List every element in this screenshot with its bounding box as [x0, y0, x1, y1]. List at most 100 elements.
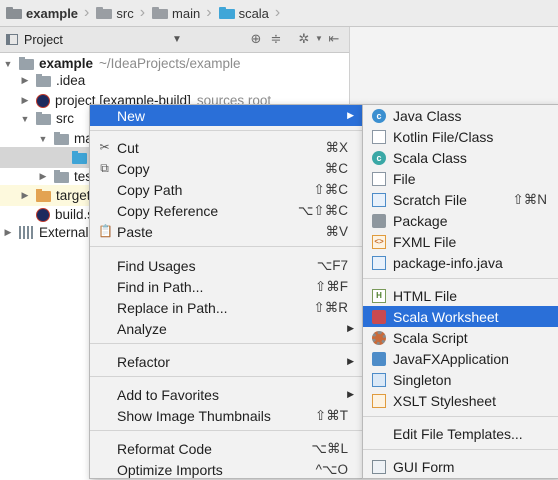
submenu-item-label: GUI Form	[393, 458, 455, 475]
submenu-item-html-file[interactable]: H HTML File	[363, 285, 558, 306]
submenu-item-fxml-file[interactable]: <> FXML File	[363, 231, 558, 252]
chevron-right-icon: ›	[84, 4, 90, 21]
folder-icon	[36, 112, 51, 125]
folder-icon	[152, 7, 169, 19]
menu-item-shortcut: ⌘X	[325, 139, 348, 155]
submenu-item-label: Scala Script	[393, 329, 468, 346]
collapsed-arrow-icon[interactable]: ▶	[20, 190, 30, 201]
breadcrumb-item-src[interactable]: src ›	[90, 0, 146, 26]
submenu-item-scala-class[interactable]: c Scala Class	[363, 147, 558, 168]
submenu-item-gui-form[interactable]: GUI Form	[363, 456, 558, 477]
menu-item-cut[interactable]: ✂ Cut ⌘X	[90, 137, 362, 158]
library-icon	[19, 226, 34, 239]
javafx-icon	[372, 352, 386, 366]
submenu-item-xslt-stylesheet[interactable]: XSLT Stylesheet	[363, 390, 558, 411]
html-file-icon: H	[372, 289, 386, 303]
submenu-arrow-icon: ▶	[347, 389, 354, 399]
tree-row-idea[interactable]: ▶ .idea	[0, 70, 369, 91]
menu-item-copy[interactable]: ⧉ Copy ⌘C	[90, 158, 362, 179]
expanded-arrow-icon[interactable]: ▼	[20, 114, 30, 124]
tree-row-label: .idea	[56, 73, 86, 88]
chevron-right-icon: ›	[206, 4, 212, 21]
menu-item-shortcut: ⇧⌘R	[313, 299, 348, 315]
menu-item-copy-path[interactable]: Copy Path ⇧⌘C	[90, 179, 362, 200]
kotlin-file-icon	[372, 130, 386, 144]
submenu-item-label: Kotlin File/Class	[393, 128, 494, 145]
submenu-arrow-icon: ▶	[347, 323, 354, 333]
chevron-right-icon: ›	[274, 4, 281, 21]
menu-separator	[90, 343, 362, 344]
expanded-arrow-icon[interactable]: ▼	[3, 59, 13, 69]
clipboard-icon: 📋	[98, 224, 113, 238]
tree-row-label: src	[56, 111, 74, 126]
breadcrumb-item-example[interactable]: example ›	[0, 0, 90, 26]
source-folder-icon	[218, 7, 235, 19]
collapsed-arrow-icon[interactable]: ▶	[20, 95, 30, 106]
menu-item-copy-reference[interactable]: Copy Reference ⌥⇧⌘C	[90, 200, 362, 221]
submenu-item-label: Java Class	[393, 107, 462, 124]
submenu-item-scratch-file[interactable]: Scratch File ⇧⌘N	[363, 189, 558, 210]
sbt-file-icon	[36, 207, 50, 222]
submenu-item-kotlin-file[interactable]: Kotlin File/Class	[363, 126, 558, 147]
chevron-down-icon[interactable]: ▼	[172, 34, 182, 45]
scala-script-icon	[372, 331, 386, 345]
scissors-icon: ✂	[99, 140, 110, 154]
breadcrumb-label: example	[26, 5, 79, 21]
menu-item-shortcut: ⌘V	[325, 223, 348, 239]
singleton-icon	[372, 373, 386, 387]
navigation-breadcrumb: example › src › main › scala ›	[0, 0, 558, 27]
submenu-item-javafx-application[interactable]: JavaFXApplication	[363, 348, 558, 369]
collapsed-arrow-icon[interactable]: ▶	[20, 75, 30, 86]
submenu-item-label: HTML File	[393, 287, 458, 304]
menu-item-paste[interactable]: 📋 Paste ⌘V	[90, 221, 362, 242]
submenu-item-label: Scala Class	[393, 149, 467, 166]
menu-item-find-usages[interactable]: Find Usages ⌥F7	[90, 255, 362, 276]
menu-item-shortcut: ⌥F7	[316, 257, 348, 273]
tree-row-label: target	[56, 188, 91, 203]
menu-separator	[90, 376, 362, 377]
submenu-item-scala-script[interactable]: Scala Script	[363, 327, 558, 348]
project-folder-icon	[19, 57, 34, 70]
menu-item-label: Refactor	[117, 353, 170, 370]
submenu-item-scala-worksheet[interactable]: Scala Worksheet	[363, 306, 558, 327]
gear-dropdown-icon[interactable]: ▼	[311, 31, 327, 47]
submenu-item-singleton[interactable]: Singleton	[363, 369, 558, 390]
submenu-item-edit-file-templates[interactable]: Edit File Templates...	[363, 423, 558, 444]
project-view-selector[interactable]: Project	[24, 33, 63, 47]
expanded-arrow-icon[interactable]: ▼	[38, 134, 48, 144]
menu-item-refactor[interactable]: Refactor ▶	[90, 351, 362, 372]
breadcrumb-label: main	[172, 5, 201, 21]
breadcrumb-label: src	[116, 5, 134, 21]
menu-item-replace-in-path[interactable]: Replace in Path... ⇧⌘R	[90, 297, 362, 318]
submenu-item-package-info[interactable]: package-info.java	[363, 252, 558, 273]
submenu-item-java-class[interactable]: c Java Class	[363, 105, 558, 126]
scala-worksheet-icon	[372, 310, 386, 324]
submenu-item-file[interactable]: File	[363, 168, 558, 189]
project-tool-window-header: Project ▼ ⊕ ≑ ✲ ▼ ⇤	[0, 27, 349, 53]
menu-separator	[90, 246, 362, 247]
menu-item-find-in-path[interactable]: Find in Path... ⇧⌘F	[90, 276, 362, 297]
menu-item-new[interactable]: New ▶	[90, 105, 362, 126]
collapsed-arrow-icon[interactable]: ▶	[3, 227, 13, 238]
menu-item-analyze[interactable]: Analyze ▶	[90, 318, 362, 339]
submenu-item-package[interactable]: Package	[363, 210, 558, 231]
hide-panel-icon[interactable]: ⇤	[326, 31, 342, 47]
menu-item-label: Find Usages	[117, 257, 196, 274]
source-folder-icon	[72, 151, 87, 164]
menu-item-show-image-thumbnails[interactable]: Show Image Thumbnails ⇧⌘T	[90, 405, 362, 426]
menu-item-shortcut: ⇧⌘T	[314, 407, 348, 423]
menu-item-add-to-favorites[interactable]: Add to Favorites ▶	[90, 384, 362, 405]
menu-item-reformat-code[interactable]: Reformat Code ⌥⌘L	[90, 438, 362, 459]
gear-icon[interactable]: ✲	[296, 31, 312, 47]
menu-item-label: Add to Favorites	[117, 386, 219, 403]
java-class-icon: c	[372, 109, 386, 123]
breadcrumb-item-main[interactable]: main ›	[146, 0, 213, 26]
menu-separator	[363, 278, 558, 279]
new-submenu: c Java Class Kotlin File/Class c Scala C…	[362, 104, 558, 479]
menu-item-shortcut: ^⌥O	[315, 461, 348, 477]
collapse-all-icon[interactable]: ≑	[268, 31, 284, 47]
tree-row-path: ~/IdeaProjects/example	[99, 56, 241, 71]
collapsed-arrow-icon[interactable]: ▶	[38, 171, 48, 182]
scroll-from-source-icon[interactable]: ⊕	[248, 31, 264, 47]
breadcrumb-item-scala[interactable]: scala ›	[213, 0, 282, 26]
